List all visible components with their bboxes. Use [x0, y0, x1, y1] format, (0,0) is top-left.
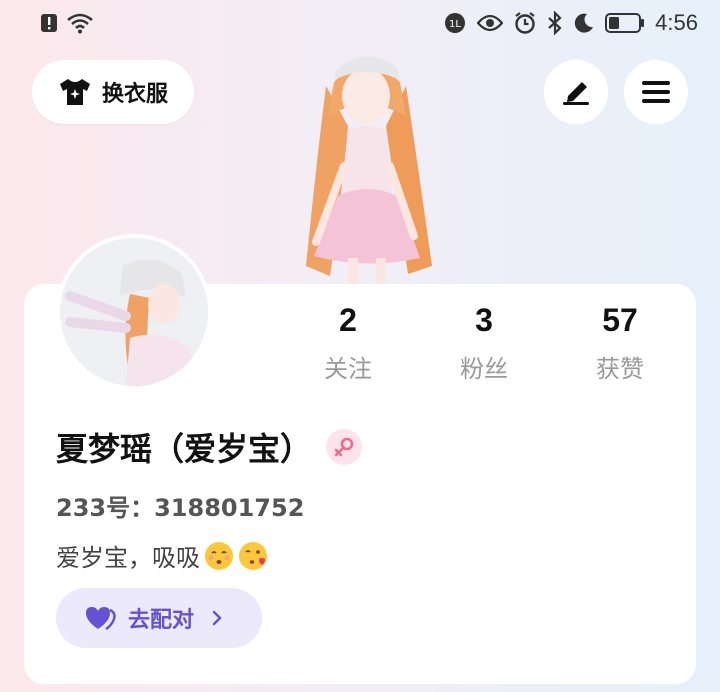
- avatar-image: [60, 238, 208, 386]
- alert-icon: [41, 14, 57, 32]
- name-row: 夏梦瑶（爱岁宝）: [56, 424, 363, 470]
- menu-icon: [642, 81, 670, 103]
- profile-name: 夏梦瑶（爱岁宝）: [56, 430, 313, 468]
- stat-following[interactable]: 2 关注: [288, 302, 408, 384]
- change-outfit-button[interactable]: 换衣服: [32, 60, 194, 124]
- bluetooth-icon: [548, 11, 562, 35]
- eye-icon: [477, 14, 504, 32]
- avatar-3d-figure[interactable]: [286, 46, 446, 286]
- moon-icon: [575, 13, 594, 33]
- kissing-emoji: [205, 541, 233, 570]
- menu-button[interactable]: [624, 60, 688, 124]
- profile-bio: 爱岁宝，吸吸: [56, 538, 268, 573]
- stat-likes-value: 57: [602, 302, 638, 338]
- female-icon: [334, 437, 354, 457]
- bio-text: 爱岁宝，吸吸: [56, 544, 200, 572]
- status-time: 4:56: [655, 10, 698, 35]
- stat-followers[interactable]: 3 粉丝: [424, 302, 544, 384]
- svg-text:1L: 1L: [449, 19, 461, 30]
- stat-following-label: 关注: [324, 355, 372, 383]
- shirt-icon: [59, 79, 90, 105]
- chevron-right-icon: [212, 610, 222, 626]
- match-button[interactable]: 去配对: [56, 588, 262, 648]
- stat-followers-value: 3: [475, 302, 493, 338]
- kissing-heart-emoji: [239, 541, 267, 570]
- stat-likes[interactable]: 57 获赞: [560, 302, 680, 384]
- battery-icon: [605, 13, 645, 33]
- user-id: 233号：318801752: [56, 494, 305, 522]
- edit-button[interactable]: [544, 60, 608, 124]
- gender-badge: [326, 429, 363, 465]
- match-button-label: 去配对: [128, 608, 195, 633]
- hd-icon: 1L: [445, 13, 466, 33]
- status-bar: 1L 4:56: [0, 0, 720, 48]
- wifi-icon: [67, 13, 93, 34]
- stat-following-value: 2: [339, 302, 357, 338]
- profile-avatar[interactable]: [56, 234, 212, 390]
- stat-likes-label: 获赞: [596, 355, 644, 383]
- alarm-icon: [515, 12, 535, 34]
- stat-followers-label: 粉丝: [460, 355, 508, 383]
- pen-icon: [563, 82, 589, 105]
- change-outfit-label: 换衣服: [101, 82, 168, 107]
- heart-icon: [86, 607, 116, 631]
